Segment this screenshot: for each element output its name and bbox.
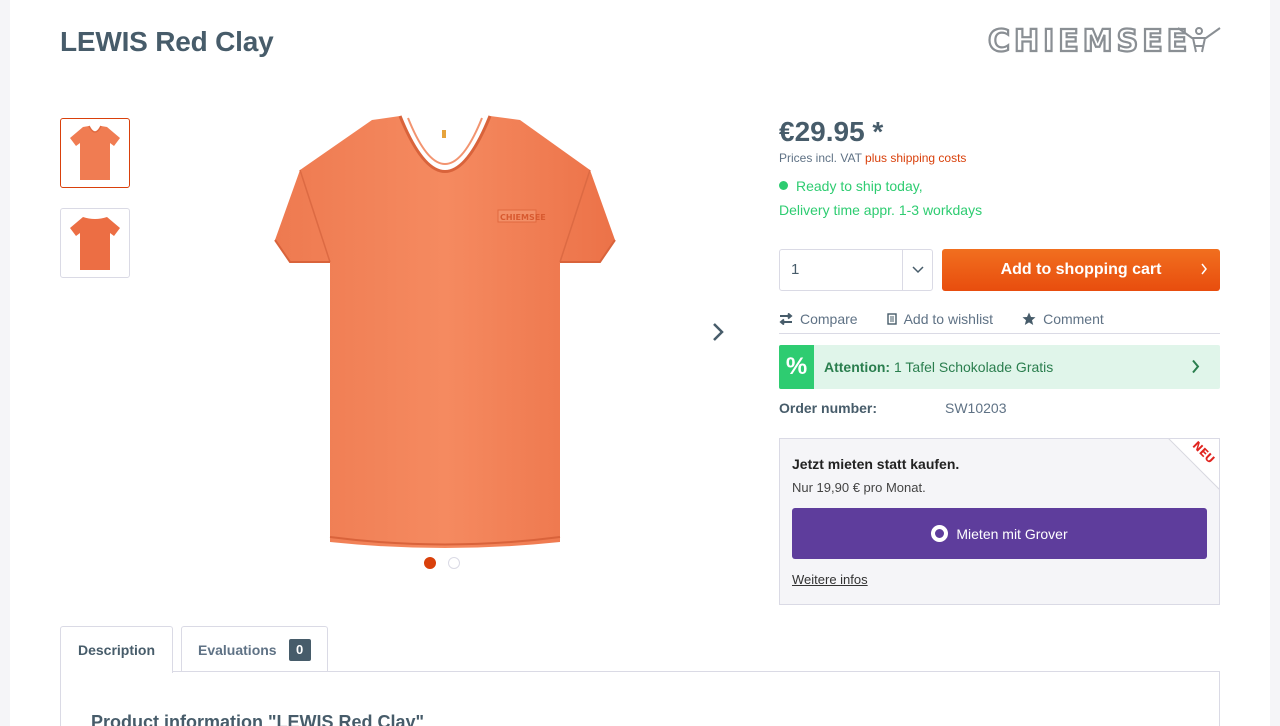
comment-action[interactable]: Comment (1022, 311, 1104, 327)
grover-heading: Jetzt mieten statt kaufen. (792, 456, 960, 472)
tab-description-label: Description (77, 642, 155, 658)
compare-label: Compare (800, 310, 858, 327)
promo-label: Attention: (824, 359, 891, 375)
delivery-time: Delivery time appr. 1-3 workdays (779, 202, 983, 218)
star-icon (1022, 312, 1036, 325)
tab-evaluations[interactable]: Evaluations 0 (181, 626, 328, 672)
delivery-info: Ready to ship today, Delivery time appr.… (779, 174, 982, 222)
grover-button-label: Mieten mit Grover (956, 525, 1068, 542)
compare-arrows-icon (779, 312, 793, 325)
chevron-right-icon (1192, 359, 1200, 374)
add-to-cart-label: Add to shopping cart (1000, 261, 1162, 278)
quantity-value: 1 (791, 261, 800, 278)
grover-rental-box: Jetzt mieten statt kaufen. Nur 19,90 € p… (779, 438, 1220, 605)
add-to-cart-button[interactable]: Add to shopping cart (942, 249, 1220, 291)
product-main-image[interactable]: CHIEMSEE (260, 112, 630, 552)
gallery-thumbnail-1[interactable] (60, 118, 130, 188)
vat-info: Prices incl. VAT plus shipping costs (779, 151, 966, 165)
svg-text:CHIEMSEE: CHIEMSEE (500, 213, 546, 222)
compare-action[interactable]: Compare (779, 311, 858, 327)
grover-more-info-link[interactable]: Weitere infos (792, 572, 868, 587)
gallery-thumbnail-2[interactable] (60, 208, 130, 278)
chevron-right-icon (1201, 263, 1207, 275)
description-panel: Product information "LEWIS Red Clay" (60, 671, 1220, 726)
wishlist-label: Add to wishlist (903, 310, 994, 327)
product-information-title: Product information "LEWIS Red Clay" (91, 712, 425, 726)
promo-text: Attention: 1 Tafel Schokolade Gratis (824, 359, 1053, 375)
wishlist-note-icon (886, 312, 897, 325)
product-page: LEWIS Red Clay CHIEMSEE CHIEMSEE €29.95 … (10, 0, 1270, 726)
vat-text: Prices incl. VAT (779, 151, 866, 165)
order-number-label: Order number: (779, 400, 878, 416)
order-number-value: SW10203 (945, 400, 1007, 416)
tshirt-image-icon: CHIEMSEE (274, 115, 616, 548)
tab-description[interactable]: Description (60, 626, 173, 673)
percent-icon: % (779, 345, 814, 389)
slider-dot-2[interactable] (448, 557, 460, 569)
chevron-right-icon (713, 323, 724, 341)
brand-logo-text: CHIEMSEE (988, 24, 1191, 58)
product-actions: Compare Add to wishlist Comment (779, 304, 1220, 334)
slider-dot-1[interactable] (424, 557, 436, 569)
promo-banner[interactable]: % Attention: 1 Tafel Schokolade Gratis (779, 345, 1220, 389)
new-ribbon-badge: NEU (1168, 439, 1219, 490)
slider-dots (424, 557, 460, 569)
ship-status-dot-icon (779, 181, 788, 190)
chevron-down-icon (902, 250, 932, 290)
comment-label: Comment (1043, 310, 1104, 327)
tshirt-front-thumb-icon (70, 125, 120, 180)
wishlist-action[interactable]: Add to wishlist (886, 310, 994, 327)
product-title: LEWIS Red Clay (60, 26, 274, 57)
grover-price-text: Nur 19,90 € pro Monat. (792, 480, 926, 495)
tshirt-back-thumb-icon (70, 217, 120, 270)
ship-status: Ready to ship today, (796, 178, 923, 194)
brand-logo[interactable]: CHIEMSEE (987, 23, 1222, 60)
evaluations-count-badge: 0 (288, 638, 311, 661)
grover-ring-icon (931, 525, 949, 542)
promo-message: 1 Tafel Schokolade Gratis (890, 359, 1054, 375)
shipping-costs-link[interactable]: plus shipping costs (865, 151, 966, 165)
grover-rent-button[interactable]: Mieten mit Grover (792, 508, 1207, 559)
tab-evaluations-label: Evaluations (198, 641, 277, 658)
image-next-arrow[interactable] (704, 318, 732, 346)
quantity-select[interactable]: 1 (779, 249, 933, 291)
product-price: €29.95 * (779, 116, 884, 147)
